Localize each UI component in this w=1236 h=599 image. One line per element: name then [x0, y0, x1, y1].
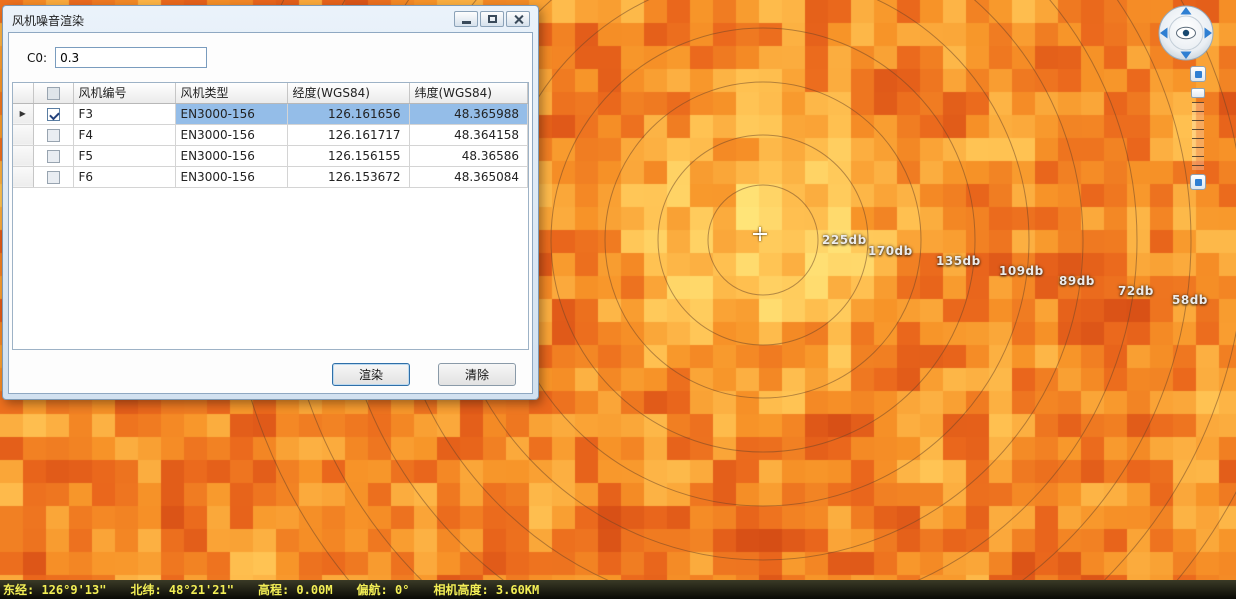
c0-label: C0: — [27, 51, 47, 65]
status-east-longitude: 东经: 126°9'13" — [3, 581, 106, 598]
minimize-button[interactable] — [454, 11, 478, 27]
contour-label: 135db — [936, 254, 981, 268]
zoom-in-icon — [1195, 71, 1202, 78]
table-header-row: 风机编号 风机类型 经度(WGS84) 纬度(WGS84) — [13, 83, 528, 103]
row-checkbox[interactable] — [47, 171, 60, 184]
status-bar: 东经: 126°9'13" 北纬: 48°21'21" 高程: 0.00M 偏航… — [0, 580, 1236, 599]
latitude-cell[interactable]: 48.365988 — [409, 103, 528, 124]
checkbox-cell[interactable] — [33, 145, 73, 166]
latitude-cell[interactable]: 48.36586 — [409, 145, 528, 166]
column-header-longitude[interactable]: 经度(WGS84) — [287, 83, 409, 103]
contour-label: 72db — [1118, 284, 1154, 298]
render-button[interactable]: 渲染 — [332, 363, 410, 386]
zoom-in-button[interactable] — [1190, 66, 1206, 82]
c0-input[interactable] — [55, 47, 207, 68]
turbine-id-cell[interactable]: F5 — [73, 145, 175, 166]
current-row-indicator-icon: ▶ — [20, 109, 26, 118]
longitude-cell[interactable]: 126.153672 — [287, 166, 409, 187]
checkbox-cell[interactable] — [33, 103, 73, 124]
turbine-table: 风机编号 风机类型 经度(WGS84) 纬度(WGS84) ▶ F3 EN300… — [12, 82, 529, 350]
status-elevation: 高程: 0.00M — [258, 581, 333, 598]
zoom-out-button[interactable] — [1190, 174, 1206, 190]
column-header-latitude[interactable]: 纬度(WGS84) — [409, 83, 528, 103]
longitude-cell[interactable]: 126.156155 — [287, 145, 409, 166]
table-row[interactable]: ▶ F6 EN3000-156 126.153672 48.365084 — [13, 166, 528, 187]
maximize-button[interactable] — [480, 11, 504, 27]
turbine-type-cell[interactable]: EN3000-156 — [175, 145, 287, 166]
zoom-slider-track[interactable] — [1192, 102, 1204, 170]
table-row[interactable]: ▶ F4 EN3000-156 126.161717 48.364158 — [13, 124, 528, 145]
column-header-turbine-id[interactable]: 风机编号 — [73, 83, 175, 103]
contour-label: 225db — [822, 233, 867, 247]
turbine-id-cell[interactable]: F4 — [73, 124, 175, 145]
zoom-slider[interactable] — [1189, 66, 1207, 190]
turbine-id-cell[interactable]: F3 — [73, 103, 175, 124]
latitude-cell[interactable]: 48.364158 — [409, 124, 528, 145]
minimize-icon — [462, 21, 471, 24]
status-yaw: 偏航: 0° — [357, 581, 410, 598]
close-button[interactable] — [506, 11, 530, 27]
noise-render-dialog: 风机噪音渲染 C0: — [2, 5, 539, 400]
checkbox-cell[interactable] — [33, 124, 73, 145]
longitude-cell[interactable]: 126.161717 — [287, 124, 409, 145]
turbine-type-cell[interactable]: EN3000-156 — [175, 103, 287, 124]
maximize-icon — [488, 15, 497, 23]
row-header-cell[interactable]: ▶ — [13, 166, 33, 187]
close-icon — [513, 14, 524, 25]
longitude-cell[interactable]: 126.161656 — [287, 103, 409, 124]
dialog-content: C0: 风机编号 风机类型 经度(WGS84) — [8, 32, 533, 394]
dialog-titlebar[interactable]: 风机噪音渲染 — [3, 6, 538, 32]
zoom-slider-thumb[interactable] — [1191, 88, 1205, 98]
clear-button[interactable]: 清除 — [438, 363, 516, 386]
checkbox-cell[interactable] — [33, 166, 73, 187]
latitude-cell[interactable]: 48.365084 — [409, 166, 528, 187]
row-checkbox[interactable] — [47, 150, 60, 163]
status-north-latitude: 北纬: 48°21'21" — [130, 581, 233, 598]
map-cursor-crosshair — [753, 227, 767, 241]
row-header-corner — [13, 83, 33, 103]
turbine-type-cell[interactable]: EN3000-156 — [175, 166, 287, 187]
dialog-title: 风机噪音渲染 — [12, 12, 84, 29]
map-viewport: 225db 170db 135db 109db 89db 72db 58db — [0, 0, 1236, 599]
contour-label: 58db — [1172, 293, 1208, 307]
compass-control[interactable] — [1155, 2, 1217, 64]
turbine-type-cell[interactable]: EN3000-156 — [175, 124, 287, 145]
row-checkbox[interactable] — [47, 108, 60, 121]
zoom-out-icon — [1195, 179, 1202, 186]
row-header-cell[interactable]: ▶ — [13, 145, 33, 166]
status-camera-height: 相机高度: 3.60KM — [433, 581, 539, 598]
turbine-id-cell[interactable]: F6 — [73, 166, 175, 187]
contour-label: 109db — [999, 264, 1044, 278]
column-header-turbine-type[interactable]: 风机类型 — [175, 83, 287, 103]
contour-label: 170db — [868, 244, 913, 258]
table-row[interactable]: ▶ F3 EN3000-156 126.161656 48.365988 — [13, 103, 528, 124]
contour-label: 89db — [1059, 274, 1095, 288]
row-header-cell[interactable]: ▶ — [13, 124, 33, 145]
table-row[interactable]: ▶ F5 EN3000-156 126.156155 48.36586 — [13, 145, 528, 166]
row-header-cell[interactable]: ▶ — [13, 103, 33, 124]
select-all-checkbox[interactable] — [47, 87, 60, 100]
row-checkbox[interactable] — [47, 129, 60, 142]
select-all-header[interactable] — [33, 83, 73, 103]
